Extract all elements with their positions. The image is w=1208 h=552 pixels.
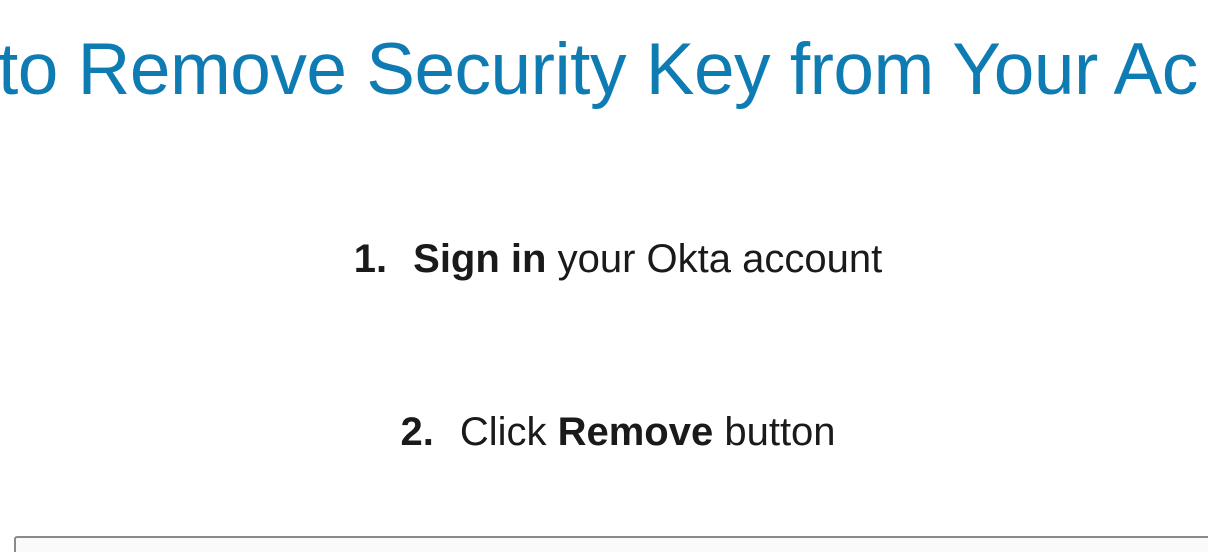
step-click-remove: 2. Click Remove button: [14, 404, 1208, 460]
page-title: to Remove Security Key from Your Ac: [0, 29, 1198, 110]
embedded-screenshot-frame: [14, 536, 1208, 552]
step-emphasis: Remove: [557, 410, 714, 454]
step-text-before: Click: [459, 410, 558, 454]
step-emphasis: Sign in: [413, 237, 547, 281]
instruction-page: to Remove Security Key from Your Ac 1. Si…: [0, 0, 1208, 552]
step-text-after: button: [713, 410, 836, 454]
step-number: 1.: [353, 237, 388, 281]
step-sign-in: 1. Sign in your Okta account: [14, 231, 1208, 287]
step-number: 2.: [400, 410, 434, 454]
step-text: your Okta account: [546, 237, 883, 281]
